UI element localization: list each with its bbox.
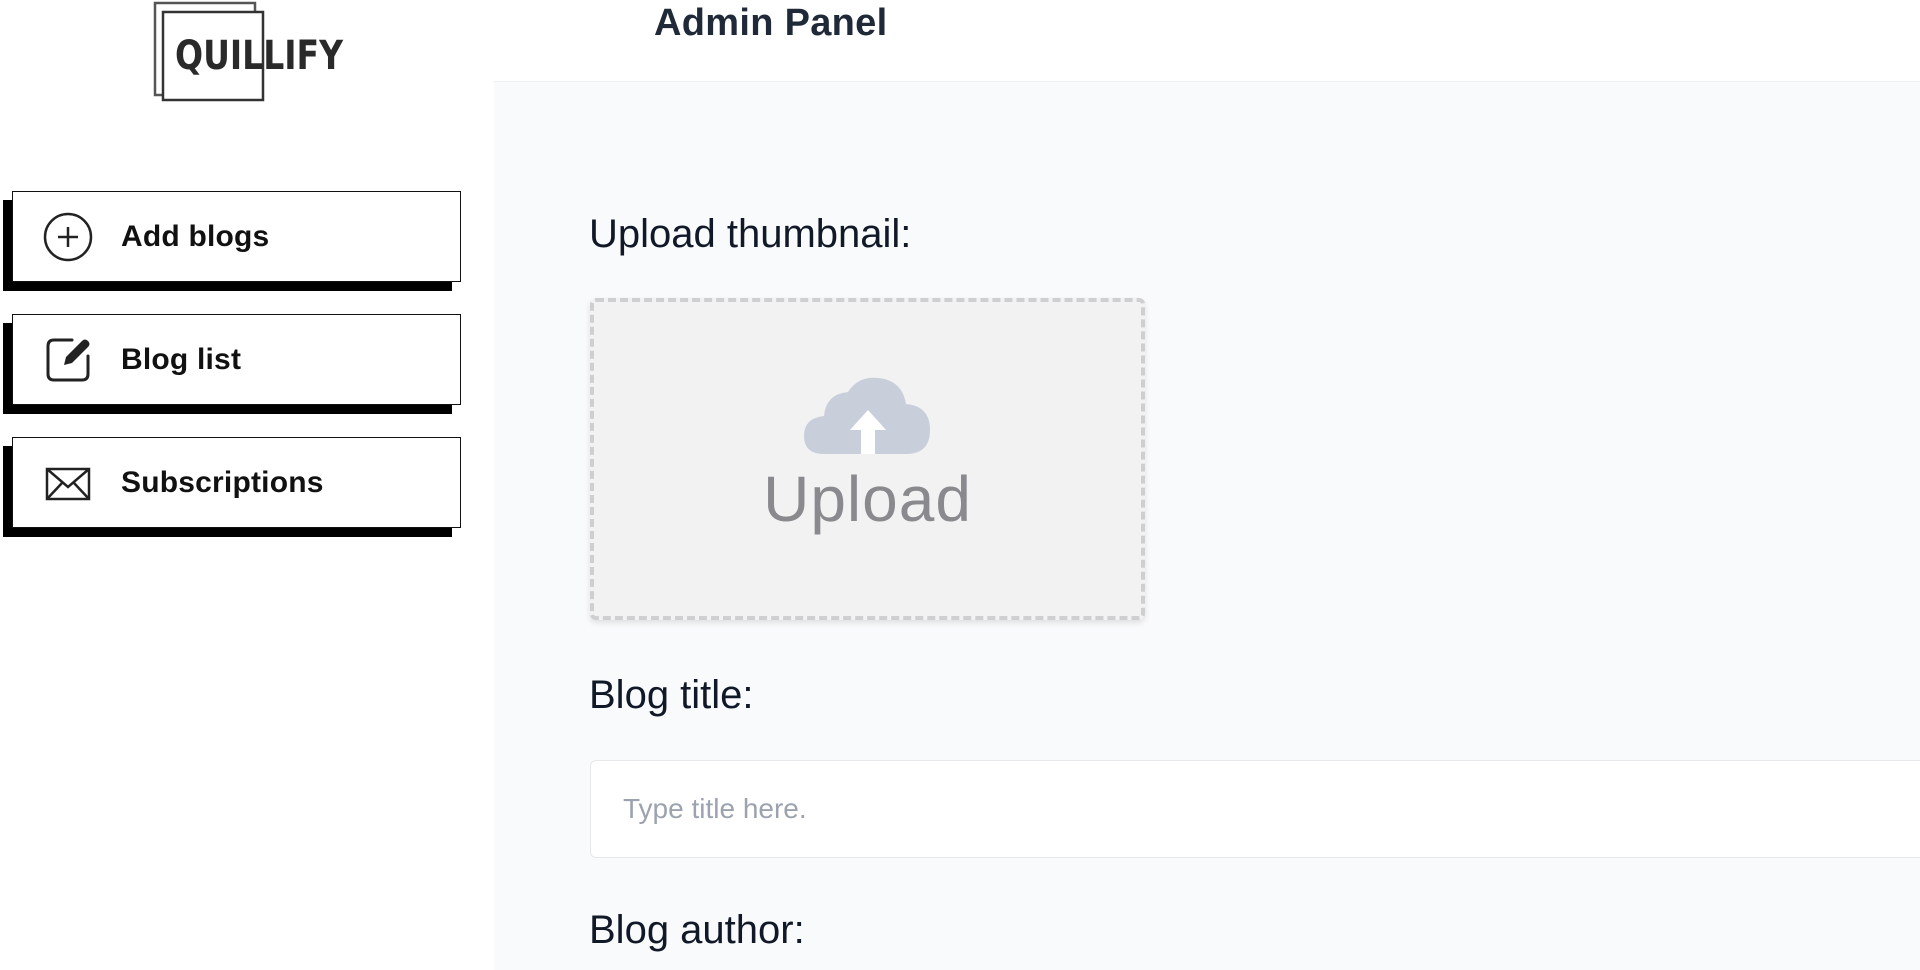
sidebar-item-blog-list[interactable]: Blog list bbox=[12, 314, 461, 405]
sidebar-item-label: Add blogs bbox=[121, 219, 270, 253]
mail-icon bbox=[42, 457, 94, 509]
page-title: Admin Panel bbox=[654, 2, 888, 44]
cloud-upload-icon bbox=[802, 376, 932, 458]
blog-title-input[interactable] bbox=[590, 760, 1920, 858]
blog-title-label: Blog title: bbox=[589, 673, 754, 717]
plus-circle-icon bbox=[42, 211, 94, 263]
thumbnail-upload-dropzone[interactable]: Upload bbox=[590, 298, 1145, 620]
upload-text: Upload bbox=[763, 463, 972, 535]
sidebar: QUILLIFY Add blogs Blog list Subscriptio… bbox=[0, 0, 494, 970]
svg-text:QUILLIFY: QUILLIFY bbox=[175, 33, 344, 79]
top-header: Admin Panel bbox=[494, 0, 1920, 82]
sidebar-item-subscriptions[interactable]: Subscriptions bbox=[12, 437, 461, 528]
app-root: QUILLIFY Add blogs Blog list Subscriptio… bbox=[0, 0, 1920, 970]
blog-author-label: Blog author: bbox=[589, 908, 805, 952]
thumbnail-label: Upload thumbnail: bbox=[589, 212, 912, 256]
quillify-logo[interactable]: QUILLIFY bbox=[153, 0, 345, 106]
edit-icon bbox=[42, 334, 94, 386]
sidebar-item-label: Subscriptions bbox=[121, 465, 324, 499]
sidebar-item-add-blogs[interactable]: Add blogs bbox=[12, 191, 461, 282]
sidebar-item-label: Blog list bbox=[121, 342, 242, 376]
main-content: Upload thumbnail: Upload Blog title: Blo… bbox=[494, 82, 1920, 970]
